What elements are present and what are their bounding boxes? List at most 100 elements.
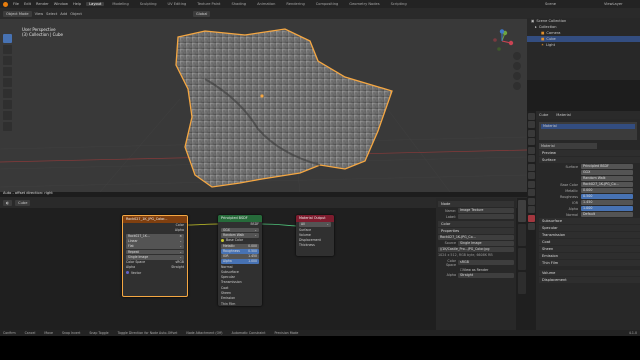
move-tool-icon[interactable]: [3, 56, 12, 65]
physics-props-tab-icon[interactable]: [528, 189, 535, 196]
principled-bsdf-node[interactable]: Principled BSDF BSDF GGX ⌄ Random Walk ⌄ B…: [218, 215, 262, 306]
properties-section-header[interactable]: Properties: [438, 227, 514, 234]
material-datablock-field[interactable]: Material: [539, 143, 597, 149]
color-section-header[interactable]: Color: [438, 220, 514, 227]
image-source-dropdown[interactable]: Single Image ⌄: [126, 254, 184, 260]
viewport-menu-select[interactable]: Select: [46, 12, 57, 16]
interpolation-dropdown[interactable]: Linear ⌄: [126, 239, 184, 244]
props-normal-field[interactable]: Default: [581, 212, 633, 217]
view-layer-props-tab-icon[interactable]: [528, 138, 535, 145]
scene-props-tab-icon[interactable]: [528, 146, 535, 154]
filepath-field[interactable]: //1K/Castle_Pro...JPG_Color.jpg: [438, 247, 514, 253]
material-slot-list[interactable]: Material: [539, 122, 637, 140]
extension-dropdown[interactable]: Repeat ⌄: [126, 249, 184, 255]
outliner-item-light[interactable]: ✶ Light: [527, 42, 640, 48]
measure-tool-icon[interactable]: [3, 111, 12, 120]
node-label-field[interactable]: [458, 214, 514, 220]
ortho-grid-icon[interactable]: [513, 82, 521, 90]
node-section-header[interactable]: Node: [438, 201, 514, 207]
viewport-menu-object[interactable]: Object: [70, 12, 82, 16]
texture-props-tab-icon[interactable]: [528, 223, 535, 230]
props-metallic-field[interactable]: 0.000: [581, 188, 633, 193]
node-editor-object-dropdown[interactable]: Cube: [15, 199, 31, 206]
props-roughness-field[interactable]: 0.500: [581, 194, 633, 199]
props-panel-volume[interactable]: Volume: [539, 270, 640, 276]
particles-props-tab-icon[interactable]: [528, 180, 535, 188]
props-object-breadcrumb[interactable]: Cube: [539, 111, 548, 119]
constraints-props-tab-icon[interactable]: [528, 197, 535, 205]
cursor-tool-icon[interactable]: [3, 45, 12, 54]
sidebar-tab-view[interactable]: [518, 248, 526, 270]
roughness-field[interactable]: Roughness 0.500: [221, 248, 259, 254]
principled-bsdf-node-title[interactable]: Principled BSDF: [218, 215, 262, 222]
material-output-node[interactable]: Material Output All ⌄ Surface Volume Disp…: [296, 215, 334, 256]
3d-viewport[interactable]: User Perspective (3) Collection | Cube: [0, 19, 527, 192]
workspace-tab-scripting[interactable]: Scripting: [388, 2, 410, 6]
props-alpha-field[interactable]: 1.000: [581, 206, 633, 211]
tool-props-tab-icon[interactable]: [528, 112, 535, 120]
props-panel-emission[interactable]: Emission: [539, 253, 640, 259]
preview-panel-header[interactable]: Preview: [539, 150, 640, 156]
workspace-tab-modeling[interactable]: Modeling: [109, 2, 131, 6]
viewport-menu-view[interactable]: View: [35, 12, 44, 16]
scene-selector[interactable]: Scene: [545, 2, 556, 6]
blender-logo-icon[interactable]: [3, 1, 8, 7]
workspace-tab-rendering[interactable]: Rendering: [283, 2, 307, 6]
menu-help[interactable]: Help: [73, 2, 81, 6]
sidebar-tab-tool[interactable]: [518, 224, 526, 246]
navigation-gizmo-icon[interactable]: [490, 29, 514, 53]
node-name-field[interactable]: Image Texture: [458, 208, 514, 214]
props-distribution-dropdown[interactable]: GGX: [581, 170, 633, 175]
viewport-menu-add[interactable]: Add: [60, 12, 67, 16]
props-panel-thin-film[interactable]: Thin Film: [539, 260, 640, 266]
output-target-dropdown[interactable]: All ⌄: [299, 222, 331, 228]
workspace-tab-animation[interactable]: Animation: [254, 2, 278, 6]
pan-hand-icon[interactable]: [513, 62, 521, 70]
material-output-node-title[interactable]: Material Output: [296, 215, 334, 222]
workspace-tab-shading[interactable]: Shading: [228, 2, 249, 6]
alpha-mode-value[interactable]: Straight: [171, 265, 184, 270]
props-subsurface-method-dropdown[interactable]: Random Walk: [581, 176, 633, 181]
workspace-tab-layout[interactable]: Layout: [86, 2, 105, 6]
output-props-tab-icon[interactable]: [528, 129, 535, 137]
transform-orientation-dropdown[interactable]: Global: [192, 10, 211, 17]
props-panel-subsurface[interactable]: Subsurface: [539, 218, 640, 224]
workspace-tab-sculpting[interactable]: Sculpting: [137, 2, 160, 6]
select-box-tool-icon[interactable]: [3, 34, 12, 43]
annotate-tool-icon[interactable]: [3, 100, 12, 109]
workspace-tab-uv-editing[interactable]: UV Editing: [165, 2, 190, 6]
add-cube-tool-icon[interactable]: [3, 122, 12, 131]
menu-file[interactable]: File: [13, 2, 19, 6]
transform-tool-icon[interactable]: [3, 89, 12, 98]
mode-selector[interactable]: Object Mode: [3, 10, 32, 17]
alpha-field[interactable]: Alpha 1.000: [221, 259, 259, 265]
object-props-tab-icon[interactable]: [528, 163, 535, 171]
workspace-tab-geometry-nodes[interactable]: Geometry Nodes: [346, 2, 382, 6]
zoom-icon[interactable]: [513, 52, 521, 60]
view-layer-selector[interactable]: ViewLayer: [604, 2, 623, 6]
source-dropdown[interactable]: Single Image: [458, 240, 514, 246]
menu-render[interactable]: Render: [36, 2, 49, 6]
image-texture-node[interactable]: Rock027_1K_JPG_Color... Color Alpha Rock…: [122, 215, 188, 297]
metallic-field[interactable]: Metallic 0.000: [221, 243, 259, 249]
sidebar-tab-node[interactable]: [518, 200, 526, 222]
camera-view-icon[interactable]: [513, 72, 521, 80]
subsurface-method-dropdown[interactable]: Random Walk ⌄: [221, 232, 259, 238]
surface-shader-field[interactable]: Principled BSDF: [581, 164, 633, 169]
rotate-tool-icon[interactable]: [3, 67, 12, 76]
menu-window[interactable]: Window: [54, 2, 68, 6]
base-color-field[interactable]: Rock027_1K-JPG_Co...: [581, 182, 633, 187]
menu-edit[interactable]: Edit: [24, 2, 31, 6]
props-panel-transmission[interactable]: Transmission: [539, 232, 640, 238]
sidebar-tab-options[interactable]: [518, 272, 526, 294]
image-texture-node-title[interactable]: Rock027_1K_JPG_Color...: [123, 216, 187, 223]
material-props-tab-icon[interactable]: [528, 214, 535, 222]
props-panel-coat[interactable]: Coat: [539, 239, 640, 245]
props-panel-displacement[interactable]: Displacement: [539, 277, 640, 283]
np-color-space-dropdown[interactable]: sRGB: [458, 260, 514, 265]
projection-dropdown[interactable]: Flat ⌄: [126, 244, 184, 250]
world-props-tab-icon[interactable]: [528, 155, 535, 162]
image-datablock-field[interactable]: Rock027_1K... ×: [126, 233, 184, 239]
distribution-dropdown[interactable]: GGX ⌄: [221, 227, 259, 233]
props-material-breadcrumb[interactable]: Material: [556, 111, 571, 119]
